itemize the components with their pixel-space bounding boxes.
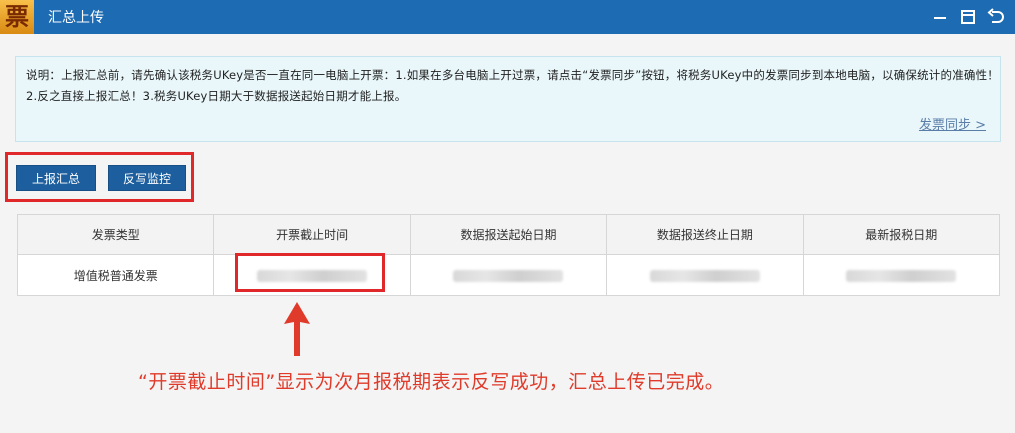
title-bar: 票 汇总上传 [0,0,1015,34]
writeback-monitor-button[interactable]: 反写监控 [108,165,186,191]
cell-latest-filing [802,254,1001,296]
report-summary-button[interactable]: 上报汇总 [16,165,96,191]
redacted-value [453,269,564,282]
window-controls [929,4,1007,30]
summary-table: 发票类型 开票截止时间 数据报送起始日期 数据报送终止日期 最新报税日期 增值税… [16,214,1001,296]
cell-report-end [606,254,804,296]
up-arrow-icon [284,302,310,359]
notice-box: 说明：上报汇总前，请先确认该税务UKey是否一直在同一电脑上开票：1.如果在多台… [15,56,1001,142]
redacted-value [649,269,760,282]
minimize-icon[interactable] [929,4,951,30]
col-invoice-type: 发票类型 [16,214,215,255]
col-latest-filing: 最新报税日期 [802,214,1001,255]
redacted-value [846,269,957,282]
cell-report-start [409,254,608,296]
deadline-highlight-frame [235,253,385,292]
col-deadline: 开票截止时间 [213,214,411,255]
cell-invoice-type: 增值税普通发票 [16,254,215,296]
restore-icon[interactable] [957,4,979,30]
back-icon[interactable] [985,4,1007,30]
table-header-row: 发票类型 开票截止时间 数据报送起始日期 数据报送终止日期 最新报税日期 [16,214,1001,255]
notice-text: 说明：上报汇总前，请先确认该税务UKey是否一直在同一电脑上开票：1.如果在多台… [26,68,1000,103]
col-report-end: 数据报送终止日期 [606,214,804,255]
window-title: 汇总上传 [48,10,104,26]
col-report-start: 数据报送起始日期 [409,214,608,255]
caption-text: “开票截止时间”显示为次月报税期表示反写成功，汇总上传已完成。 [138,371,725,393]
logo-glyph: 票 [5,2,29,31]
table-row[interactable]: 增值税普通发票 [16,254,1001,296]
invoice-sync-link[interactable]: 发票同步 > [919,115,986,136]
invoice-logo-icon: 票 [0,0,34,34]
